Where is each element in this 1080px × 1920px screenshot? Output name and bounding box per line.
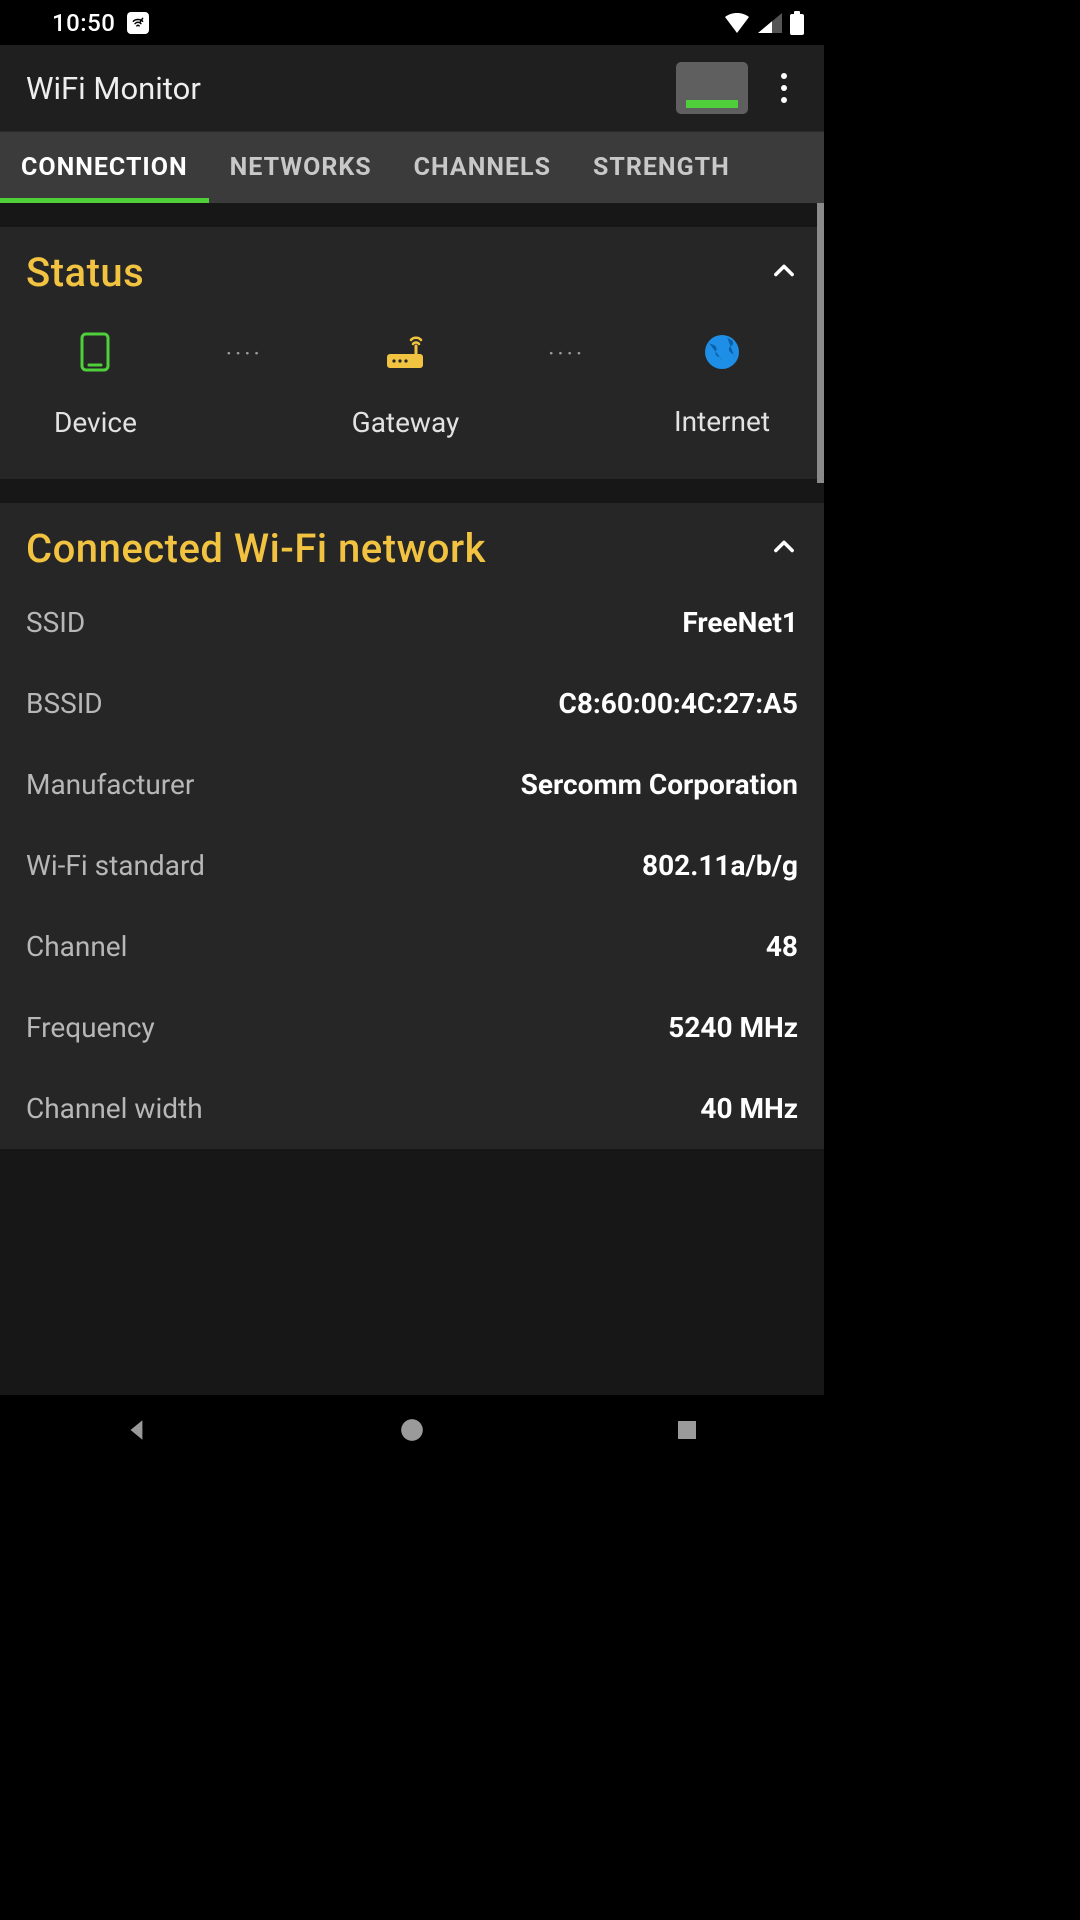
tab-connection[interactable]: CONNECTION — [0, 132, 209, 203]
channel-value: 48 — [766, 930, 798, 963]
battery-icon — [790, 11, 804, 35]
system-status-bar: 10:50 — [0, 0, 824, 45]
channel-label: Channel — [26, 930, 127, 963]
row-channel-width: Channel width 40 MHz — [26, 1068, 798, 1149]
connection-dots-icon: ···· — [548, 340, 585, 368]
tab-bar: CONNECTION NETWORKS CHANNELS STRENGTH — [0, 131, 824, 203]
bssid-label: BSSID — [26, 687, 103, 720]
status-node-internet-label: Internet — [674, 405, 770, 438]
status-node-internet: Internet — [674, 333, 770, 438]
wifi-standard-label: Wi-Fi standard — [26, 849, 205, 882]
cellular-icon — [758, 13, 782, 33]
ssid-label: SSID — [26, 606, 85, 639]
status-node-device-label: Device — [54, 406, 137, 439]
status-time: 10:50 — [52, 9, 115, 37]
chevron-up-icon — [770, 533, 798, 565]
connected-card: Connected Wi-Fi network SSID FreeNet1 BS… — [0, 503, 824, 1149]
system-nav-bar — [0, 1395, 824, 1465]
app-title: WiFi Monitor — [26, 70, 676, 107]
wifi-icon — [724, 13, 750, 33]
manufacturer-label: Manufacturer — [26, 768, 194, 801]
row-channel: Channel 48 — [26, 906, 798, 987]
bssid-value: C8:60:00:4C:27:A5 — [559, 687, 798, 720]
channel-width-label: Channel width — [26, 1092, 203, 1125]
tab-channels[interactable]: CHANNELS — [393, 132, 572, 203]
status-left-icons — [127, 12, 149, 34]
status-card: Status Device ···· — [0, 227, 824, 479]
wifi-app-notification-icon — [127, 12, 149, 34]
row-bssid: BSSID C8:60:00:4C:27:A5 — [26, 663, 798, 744]
ssid-value: FreeNet1 — [682, 606, 798, 639]
nav-recent-button[interactable] — [657, 1400, 717, 1460]
chevron-up-icon — [770, 257, 798, 289]
connected-title: Connected Wi-Fi network — [26, 525, 770, 572]
scrollbar-thumb[interactable] — [817, 203, 824, 483]
overflow-menu-button[interactable] — [766, 64, 802, 112]
row-frequency: Frequency 5240 MHz — [26, 987, 798, 1068]
tab-networks[interactable]: NETWORKS — [209, 132, 393, 203]
status-header[interactable]: Status — [26, 227, 798, 306]
frequency-label: Frequency — [26, 1011, 155, 1044]
status-nodes-row: Device ···· Gateway ···· — [26, 306, 798, 479]
nav-back-button[interactable] — [107, 1400, 167, 1460]
nav-home-button[interactable] — [382, 1400, 442, 1460]
content-scroll[interactable]: Status Device ···· — [0, 203, 824, 1395]
row-manufacturer: Manufacturer Sercomm Corporation — [26, 744, 798, 825]
tab-strength[interactable]: STRENGTH — [572, 132, 751, 203]
frequency-value: 5240 MHz — [668, 1011, 798, 1044]
wifi-standard-value: 802.11a/b/g — [642, 849, 798, 882]
status-node-gateway: Gateway — [352, 332, 460, 439]
row-wifi-standard: Wi-Fi standard 802.11a/b/g — [26, 825, 798, 906]
row-ssid: SSID FreeNet1 — [26, 582, 798, 663]
phone-icon — [80, 332, 110, 376]
connected-header[interactable]: Connected Wi-Fi network — [26, 503, 798, 582]
status-title: Status — [26, 249, 770, 296]
channel-width-value: 40 MHz — [700, 1092, 798, 1125]
signal-meter-button[interactable] — [676, 62, 748, 114]
status-node-gateway-label: Gateway — [352, 406, 460, 439]
status-right-icons — [724, 11, 804, 35]
globe-icon — [703, 333, 741, 375]
status-node-device: Device — [54, 332, 137, 439]
manufacturer-value: Sercomm Corporation — [521, 768, 798, 801]
router-icon — [383, 332, 427, 376]
connection-dots-icon: ···· — [226, 340, 263, 368]
app-bar: WiFi Monitor — [0, 45, 824, 131]
